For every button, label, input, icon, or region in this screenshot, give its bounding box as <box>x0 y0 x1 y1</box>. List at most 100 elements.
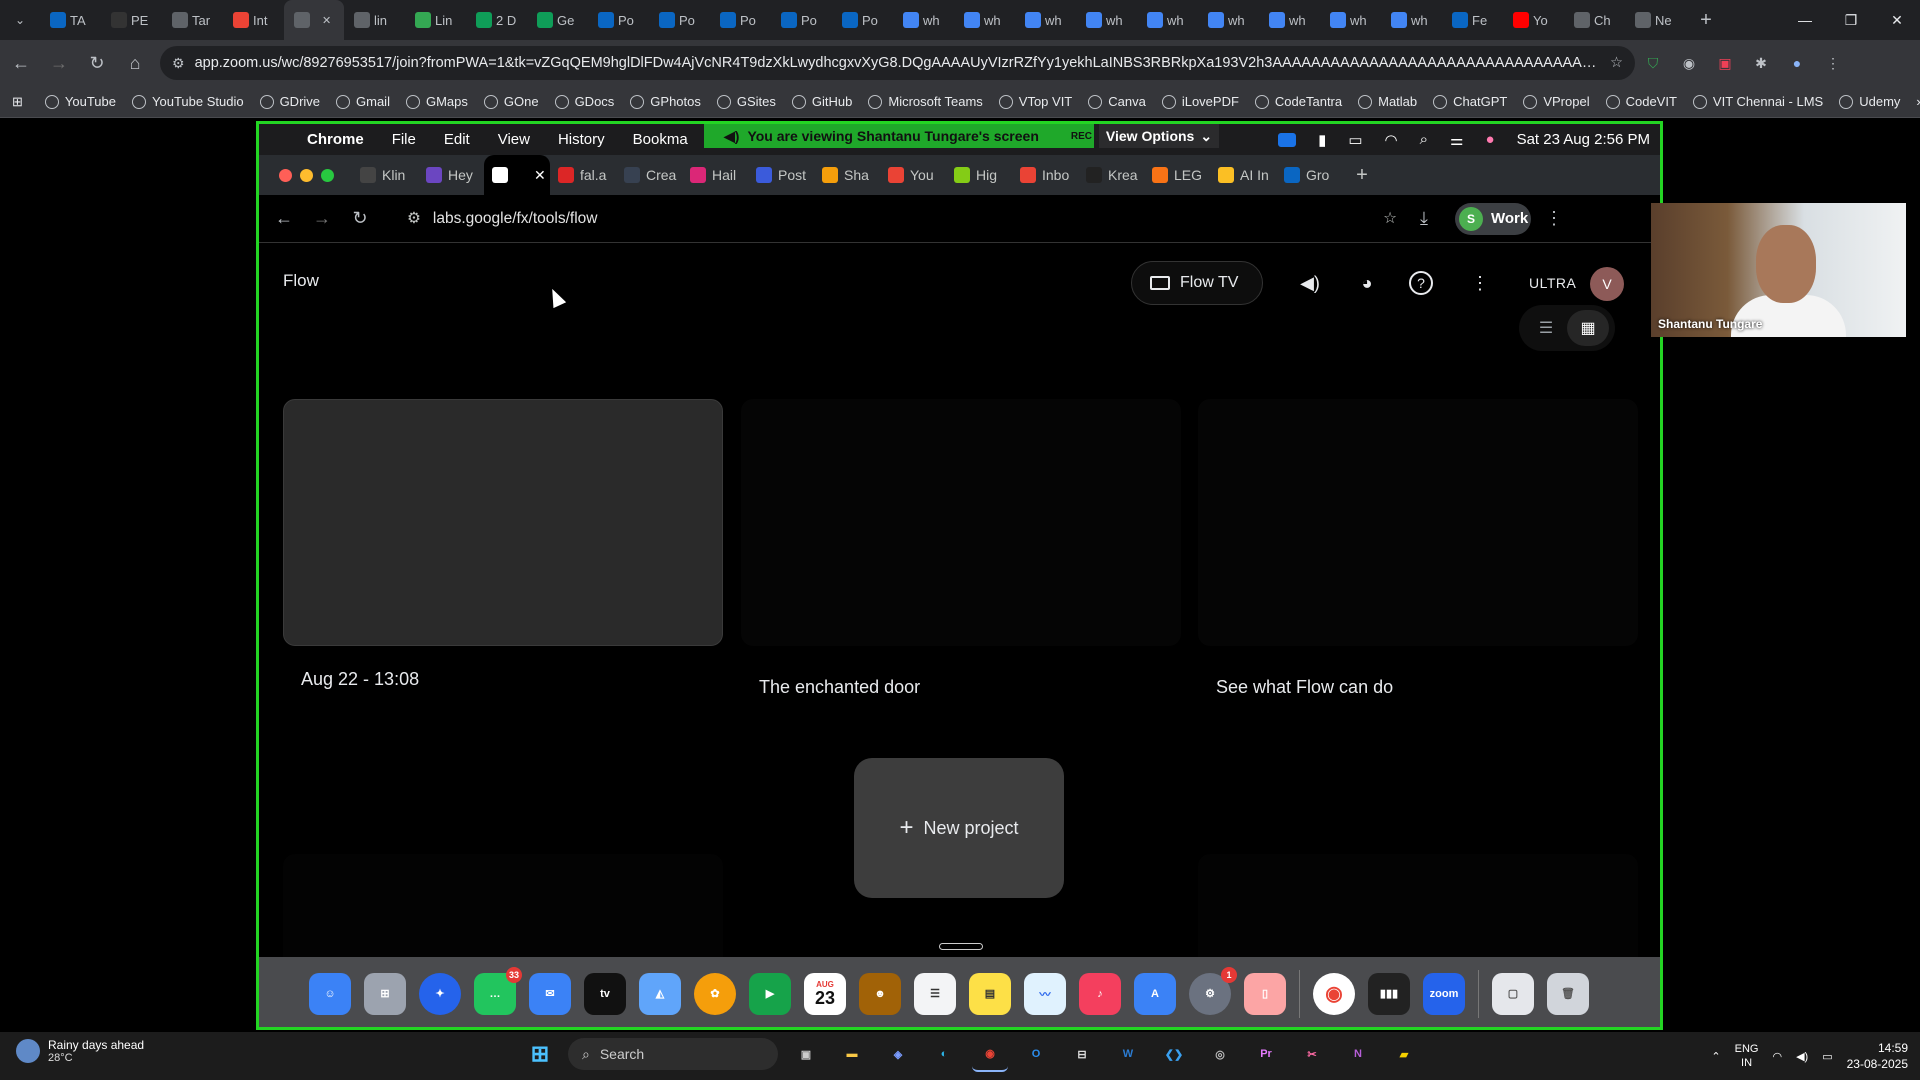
tray-overflow-icon[interactable]: ⌃ <box>1711 1050 1720 1063</box>
bookmark-item[interactable]: GSites <box>709 94 784 109</box>
copilot-icon[interactable]: ◈ <box>880 1036 916 1072</box>
inner-tab[interactable]: Inbo <box>1012 155 1078 195</box>
back-icon[interactable]: ← <box>4 46 38 80</box>
inner-back-icon[interactable]: ← <box>267 202 301 236</box>
bookmark-item[interactable]: Matlab <box>1350 94 1425 109</box>
close-tab-icon[interactable]: ✕ <box>534 167 546 184</box>
chrome-menu-icon[interactable]: ⋮ <box>1815 46 1851 80</box>
bookmark-item[interactable]: Canva <box>1080 94 1154 109</box>
snipping-tool-icon[interactable]: ✂ <box>1294 1036 1330 1072</box>
bookmark-item[interactable]: ChatGPT <box>1425 94 1515 109</box>
grid-view-icon[interactable]: ▦ <box>1567 310 1609 346</box>
outer-tab[interactable]: Ge <box>527 0 588 40</box>
bookmark-item[interactable]: Gmail <box>328 94 398 109</box>
participant-video[interactable]: Shantanu Tungare <box>1651 203 1906 337</box>
inner-tab[interactable]: Hail <box>682 155 748 195</box>
chrome-taskbar-icon[interactable]: ◉ <box>972 1036 1008 1072</box>
inner-tab[interactable]: ✕ <box>484 155 550 195</box>
extensions-puzzle-icon[interactable]: ✱ <box>1743 46 1779 80</box>
tab-search-chevron-icon[interactable]: ⌄ <box>0 0 40 40</box>
outer-tab[interactable]: wh <box>1381 0 1442 40</box>
document-icon[interactable]: ▢ <box>1492 972 1534 1015</box>
reload-icon[interactable]: ↻ <box>80 46 114 80</box>
bookmark-star-icon[interactable]: ☆ <box>1602 55 1623 71</box>
menu-chrome[interactable]: Chrome <box>293 131 378 148</box>
menu-view[interactable]: View <box>484 131 544 148</box>
volume-tray-icon[interactable]: ◀) <box>1796 1050 1808 1063</box>
iphone-mirroring-icon[interactable]: ▯ <box>1244 972 1286 1015</box>
inner-tab[interactable]: AI In <box>1210 155 1276 195</box>
system-settings-icon[interactable]: ⚙ 1 <box>1189 966 1237 1015</box>
bookmark-item[interactable]: CodeTantra <box>1247 94 1350 109</box>
finder-icon[interactable]: ☺ <box>309 972 351 1015</box>
wifi-tray-icon[interactable]: ◠ <box>1772 1050 1782 1063</box>
outer-tab[interactable]: ✕ <box>284 0 344 40</box>
inner-new-tab-button[interactable]: + <box>1342 164 1382 187</box>
outer-tab[interactable]: Int <box>223 0 284 40</box>
messages-icon[interactable]: … 33 <box>474 966 522 1015</box>
music-icon[interactable]: ♪ <box>1079 972 1121 1015</box>
outer-tab[interactable]: lin <box>344 0 405 40</box>
zoom-icon[interactable]: zoom <box>1423 972 1465 1015</box>
bookmark-item[interactable]: VPropel <box>1515 94 1597 109</box>
bookmark-item[interactable]: GDrive <box>252 94 328 109</box>
inner-tab[interactable]: LEG <box>1144 155 1210 195</box>
inner-tab[interactable]: You <box>880 155 946 195</box>
flow-tv-button[interactable]: Flow TV <box>1131 261 1263 305</box>
home-icon[interactable]: ⌂ <box>118 46 152 80</box>
weather-widget[interactable]: Rainy days ahead 28°C <box>16 1038 144 1064</box>
onenote-icon[interactable]: N <box>1340 1036 1376 1072</box>
avatar[interactable]: V <box>1590 267 1624 301</box>
outer-url-input[interactable]: ⚙ app.zoom.us/wc/89276953517/join?fromPW… <box>160 46 1635 80</box>
menu-file[interactable]: File <box>378 131 430 148</box>
outer-tab[interactable]: wh <box>1015 0 1076 40</box>
inner-tab[interactable]: Hig <box>946 155 1012 195</box>
outer-tab[interactable]: wh <box>1076 0 1137 40</box>
freeform-icon[interactable]: 〰 <box>1024 972 1066 1015</box>
battery-tray-icon[interactable]: ▭ <box>1822 1050 1832 1063</box>
inner-tab[interactable]: Klin <box>352 155 418 195</box>
project-title[interactable]: See what Flow can do <box>1216 677 1393 698</box>
bookmark-item[interactable]: YouTube Studio <box>124 94 252 109</box>
close-tab-icon[interactable]: ✕ <box>322 14 331 27</box>
inner-menu-icon[interactable]: ⋮ <box>1537 202 1571 236</box>
outer-tab[interactable]: TA <box>40 0 101 40</box>
project-title[interactable]: The enchanted door <box>759 677 920 698</box>
bookmark-item[interactable]: CodeVIT <box>1598 94 1685 109</box>
outer-tab[interactable]: Ch <box>1564 0 1625 40</box>
bookmark-item[interactable]: GPhotos <box>622 94 709 109</box>
inner-site-info-icon[interactable]: ⚙ <box>407 209 421 228</box>
menu-bookmarks[interactable]: Bookma <box>619 131 702 148</box>
outer-tab[interactable]: wh <box>1198 0 1259 40</box>
bookmark-item[interactable]: GOne <box>476 94 547 109</box>
inner-tab[interactable]: Crea <box>616 155 682 195</box>
clock[interactable]: 14:59 23-08-2025 <box>1847 1040 1908 1072</box>
launchpad-icon[interactable]: ⊞ <box>364 972 406 1015</box>
outer-tab[interactable]: Po <box>832 0 893 40</box>
bookmark-item[interactable]: Microsoft Teams <box>860 94 990 109</box>
list-view-icon[interactable]: ☰ <box>1525 310 1567 346</box>
outer-tab[interactable]: Po <box>771 0 832 40</box>
more-bookmarks-icon[interactable]: » <box>1908 94 1920 109</box>
outer-tab[interactable]: wh <box>1320 0 1381 40</box>
bookmark-item[interactable]: GMaps <box>398 94 476 109</box>
inner-tab[interactable]: Post <box>748 155 814 195</box>
minimize-dot-icon[interactable] <box>300 168 313 182</box>
menu-edit[interactable]: Edit <box>430 131 484 148</box>
project-card[interactable] <box>741 399 1181 646</box>
facetime-icon[interactable]: ▶ <box>749 972 791 1015</box>
inner-tab[interactable]: Sha <box>814 155 880 195</box>
more-options-icon[interactable]: ⋮ <box>1465 268 1495 298</box>
outer-tab[interactable]: Po <box>649 0 710 40</box>
inner-url-input[interactable]: ⚙ labs.google/fx/tools/flow ☆ <box>397 200 1397 237</box>
app-store-icon[interactable]: A <box>1134 972 1176 1015</box>
github-desktop-icon[interactable]: ◎ <box>1202 1036 1238 1072</box>
chrome-icon[interactable]: ◉ <box>1313 972 1355 1015</box>
task-view-icon[interactable]: ▣ <box>788 1036 824 1072</box>
voice-memos-icon[interactable]: ▮▮▮ <box>1368 972 1410 1015</box>
calendar-icon[interactable]: AUG 23 <box>804 972 846 1015</box>
project-card[interactable] <box>1198 399 1638 646</box>
sticky-notes-icon[interactable]: ▰ <box>1386 1036 1422 1072</box>
safari-icon[interactable]: ✦ <box>419 972 461 1015</box>
download-icon[interactable]: ⤓ <box>1407 202 1441 236</box>
